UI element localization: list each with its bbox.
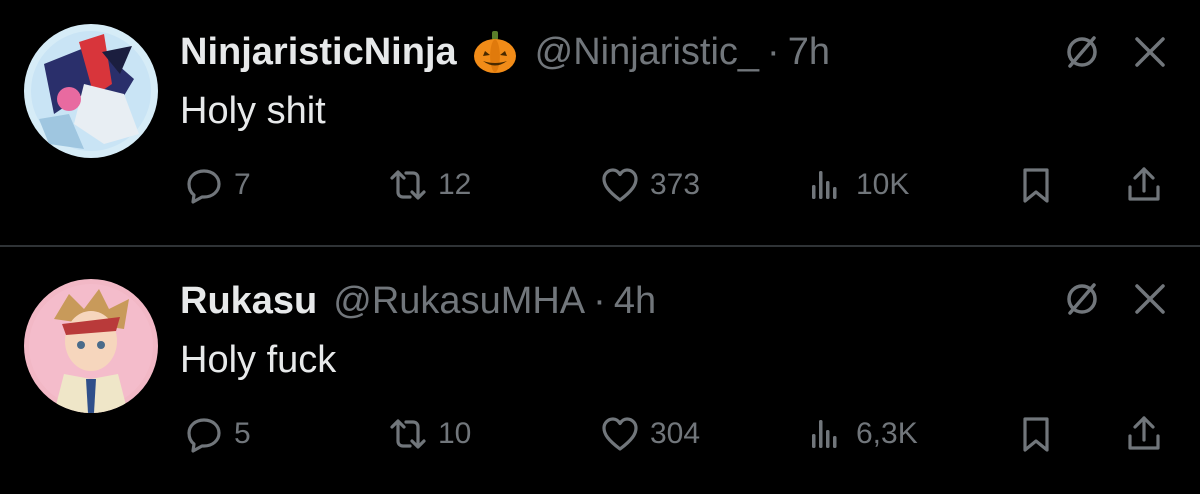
- close-icon[interactable]: [1128, 277, 1172, 321]
- muted-conversation-icon[interactable]: [1060, 30, 1104, 74]
- like-count: 373: [650, 168, 701, 201]
- reply-count: 7: [234, 168, 251, 201]
- like-count: 304: [650, 417, 701, 450]
- retweet-button[interactable]: 10: [388, 409, 471, 459]
- reply-button[interactable]: 5: [184, 409, 251, 459]
- reply-count: 5: [234, 417, 251, 450]
- reply-icon: [187, 418, 221, 453]
- timestamp[interactable]: 7h: [788, 31, 830, 74]
- views-icon: [812, 171, 837, 199]
- like-icon: [602, 168, 638, 202]
- avatar[interactable]: [24, 24, 158, 158]
- retweet-button[interactable]: 12: [388, 160, 471, 210]
- pumpkin-emoji-icon: [471, 28, 519, 76]
- like-button[interactable]: 304: [600, 409, 700, 459]
- separator-dot: ·: [767, 30, 780, 73]
- view-count: 6,3K: [856, 417, 918, 450]
- tweet-text: Holy fuck: [180, 339, 337, 381]
- share-button[interactable]: [1124, 409, 1164, 459]
- retweet-count: 10: [438, 417, 472, 450]
- like-button[interactable]: 373: [600, 160, 700, 210]
- action-bar: 7 12 373 10K: [0, 160, 1200, 210]
- reply-icon: [187, 169, 221, 204]
- display-name[interactable]: Rukasu: [180, 280, 317, 323]
- bookmark-icon: [1023, 168, 1049, 203]
- muted-conversation-icon[interactable]: [1060, 277, 1104, 321]
- separator-dot: ·: [593, 279, 606, 322]
- bookmark-button[interactable]: [1016, 160, 1056, 210]
- share-button[interactable]: [1124, 160, 1164, 210]
- tweet-header: Rukasu @RukasuMHA · 4h: [180, 275, 656, 327]
- tweet-text: Holy shit: [180, 90, 326, 132]
- views-button[interactable]: 10K: [806, 160, 909, 210]
- user-handle[interactable]: @RukasuMHA: [333, 280, 585, 323]
- share-icon: [1128, 167, 1160, 201]
- display-name[interactable]: NinjaristicNinja: [180, 31, 457, 74]
- share-icon: [1128, 416, 1160, 450]
- like-icon: [602, 417, 638, 451]
- bookmark-button[interactable]: [1016, 409, 1056, 459]
- avatar[interactable]: [24, 279, 158, 413]
- close-icon[interactable]: [1128, 30, 1172, 74]
- views-icon: [812, 420, 837, 448]
- views-button[interactable]: 6,3K: [806, 409, 918, 459]
- user-handle[interactable]: @Ninjaristic_: [535, 31, 759, 74]
- retweet-count: 12: [438, 168, 472, 201]
- view-count: 10K: [856, 168, 910, 201]
- action-bar: 5 10 304 6,3K: [0, 409, 1200, 459]
- retweet-icon: [390, 170, 426, 200]
- tweet-1[interactable]: NinjaristicNinja @Ninjaristic_ · 7h Holy…: [0, 0, 1200, 246]
- timestamp[interactable]: 4h: [614, 280, 656, 323]
- tweet-2[interactable]: Rukasu @RukasuMHA · 4h Holy fuck 5 10 30…: [0, 247, 1200, 494]
- tweet-header: NinjaristicNinja @Ninjaristic_ · 7h: [180, 26, 830, 78]
- bookmark-icon: [1023, 417, 1049, 452]
- retweet-icon: [390, 419, 426, 449]
- reply-button[interactable]: 7: [184, 160, 251, 210]
